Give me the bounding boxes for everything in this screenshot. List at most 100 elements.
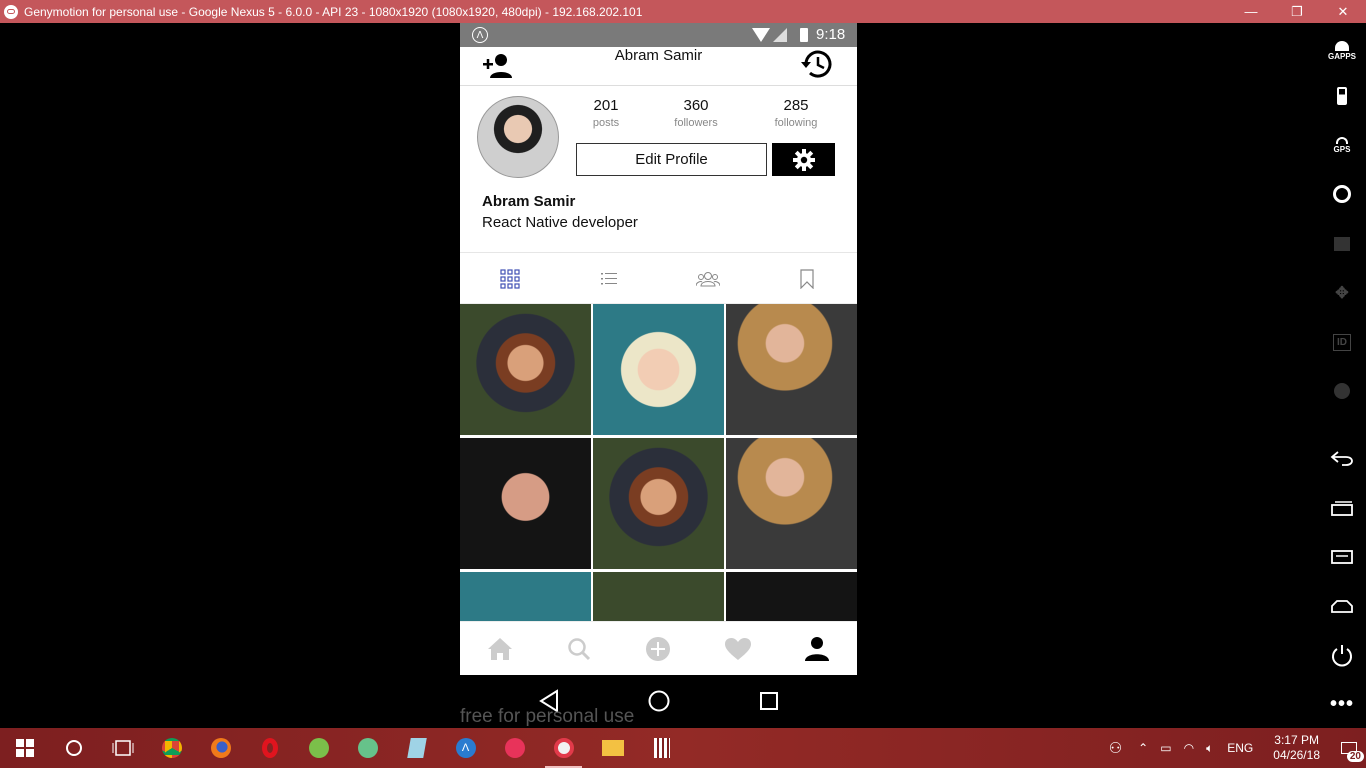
nav-activity[interactable]: [698, 622, 777, 675]
device-screen: Λ 9:18 Abram Samir 201 posts 360 followe…: [460, 23, 857, 675]
windows-icon: [15, 739, 34, 757]
window-title-bar: Genymotion for personal use - Google Nex…: [0, 0, 1366, 23]
wifi-tray-icon[interactable]: ◠: [1184, 741, 1194, 755]
device-home-icon[interactable]: [1328, 592, 1356, 620]
following-label: following: [774, 117, 818, 129]
dpad-icon[interactable]: ✥: [1328, 279, 1356, 307]
disk-icon[interactable]: [1328, 377, 1356, 405]
grid-photo[interactable]: [460, 304, 591, 435]
genymotion-taskbar[interactable]: [490, 728, 539, 768]
settings-button[interactable]: [772, 143, 835, 176]
gapps-label: GAPPS: [1328, 52, 1357, 61]
capture-icon[interactable]: [1328, 230, 1356, 258]
restore-button[interactable]: ❐: [1274, 0, 1320, 23]
grid-photo[interactable]: [726, 304, 857, 435]
gps-icon[interactable]: GPS: [1328, 131, 1356, 159]
add-user-icon[interactable]: [482, 51, 514, 79]
nav-home[interactable]: [460, 622, 539, 675]
opera-taskbar[interactable]: [245, 728, 294, 768]
stat-followers[interactable]: 360 followers: [656, 97, 736, 129]
edit-profile-button[interactable]: Edit Profile: [576, 143, 767, 176]
back-arrow-icon[interactable]: [1328, 444, 1356, 472]
posts-label: posts: [592, 117, 620, 129]
volume-icon[interactable]: 🔈︎: [1206, 741, 1213, 756]
more-icon[interactable]: •••: [1328, 690, 1356, 718]
followers-label: followers: [674, 117, 718, 129]
firefox-icon: [210, 738, 231, 758]
recent-apps-icon[interactable]: [1328, 494, 1356, 522]
android-status-bar: Λ 9:18: [460, 23, 857, 47]
grid-photo[interactable]: [460, 572, 591, 621]
start-button[interactable]: [0, 728, 49, 768]
history-icon[interactable]: [800, 47, 834, 81]
tab-tagged[interactable]: [659, 254, 758, 304]
tab-saved[interactable]: [758, 254, 857, 304]
language-indicator[interactable]: ENG: [1227, 741, 1253, 755]
profile-header: Abram Samir: [460, 47, 857, 86]
nav-profile[interactable]: [778, 622, 857, 675]
gapps-icon[interactable]: GAPPS: [1328, 37, 1356, 65]
header-username: Abram Samir: [614, 47, 703, 64]
calculator-taskbar[interactable]: [637, 728, 686, 768]
profile-name: Abram Samir: [482, 193, 576, 210]
device-id-icon[interactable]: ID: [1328, 328, 1356, 356]
grid-icon: [500, 269, 520, 289]
battery-widget-icon[interactable]: [1328, 82, 1356, 110]
webcam-icon[interactable]: [1328, 180, 1356, 208]
grid-photo[interactable]: [726, 572, 857, 621]
task-view-button[interactable]: [98, 728, 147, 768]
stat-posts[interactable]: 201 posts: [566, 97, 646, 129]
battery-tray-icon[interactable]: ▭: [1160, 741, 1171, 755]
chrome-taskbar[interactable]: [147, 728, 196, 768]
action-center-button[interactable]: 20: [1332, 728, 1366, 768]
genymotion-player-icon: [553, 738, 574, 758]
firefox-taskbar[interactable]: [196, 728, 245, 768]
tab-grid[interactable]: [460, 254, 559, 304]
grid-photo[interactable]: [593, 304, 724, 435]
battery-icon: [800, 28, 808, 42]
stat-following[interactable]: 285 following: [756, 97, 836, 129]
android-studio-taskbar[interactable]: [294, 728, 343, 768]
grid-photo[interactable]: [726, 438, 857, 569]
grid-photo[interactable]: [460, 438, 591, 569]
power-icon[interactable]: [1328, 641, 1356, 669]
home-circle-icon[interactable]: [647, 689, 671, 713]
notes-icon: [406, 738, 427, 758]
profile-icon: [805, 637, 830, 661]
profile-bio: React Native developer: [482, 214, 638, 231]
menu-icon[interactable]: [1328, 543, 1356, 571]
nav-add[interactable]: [619, 622, 698, 675]
watermark-text: free for personal use: [460, 706, 635, 727]
notification-icon: Λ: [472, 27, 488, 43]
clock-time: 3:17 PM: [1274, 733, 1319, 747]
opera-icon: [261, 738, 278, 758]
notes-taskbar[interactable]: [392, 728, 441, 768]
genymotion-player-taskbar[interactable]: [539, 728, 588, 768]
posts-count: 201: [593, 97, 619, 114]
minimize-button[interactable]: —: [1228, 0, 1274, 23]
clock[interactable]: 3:17 PM 04/26/18: [1273, 733, 1320, 763]
folder-icon: [601, 740, 624, 756]
genymotion-icon: [4, 4, 18, 19]
nav-search[interactable]: [539, 622, 618, 675]
genymotion-taskbar-icon: [504, 738, 525, 758]
photo-grid: [460, 304, 857, 621]
grid-photo[interactable]: [593, 438, 724, 569]
explorer-taskbar[interactable]: [588, 728, 637, 768]
chrome-icon: [161, 738, 182, 758]
atom-taskbar[interactable]: [343, 728, 392, 768]
tab-list[interactable]: [559, 254, 658, 304]
recents-icon[interactable]: [757, 689, 781, 713]
cortana-button[interactable]: [49, 728, 98, 768]
close-button[interactable]: ✕: [1320, 0, 1366, 23]
people-tray-icon[interactable]: ⚇: [1109, 739, 1122, 757]
chevron-up-icon[interactable]: ⌃: [1138, 741, 1148, 755]
windows-taskbar: Λ ⚇ ⌃ ▭ ◠ 🔈︎ ENG 3:17 PM 04/26/18 20: [0, 728, 1366, 768]
home-icon: [487, 638, 512, 660]
people-icon: [696, 272, 721, 287]
grid-photo[interactable]: [593, 572, 724, 621]
emulator-sidebar: GAPPS GPS ✥ ID •••: [1318, 23, 1366, 728]
avatar[interactable]: [477, 96, 559, 178]
emulator-app-taskbar[interactable]: Λ: [441, 728, 490, 768]
device-id-label: ID: [1333, 333, 1351, 351]
